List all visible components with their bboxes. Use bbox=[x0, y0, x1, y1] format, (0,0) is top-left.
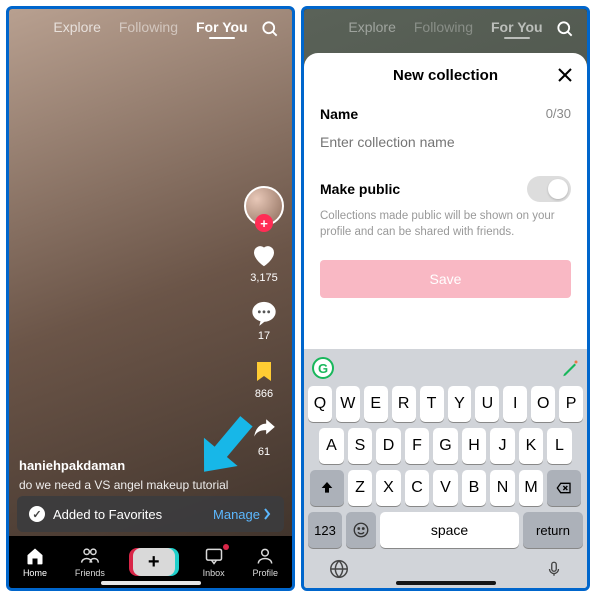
key-backspace[interactable] bbox=[547, 470, 581, 506]
manage-button[interactable]: Manage bbox=[213, 507, 272, 522]
search-icon[interactable] bbox=[260, 19, 280, 39]
key-e[interactable]: E bbox=[364, 386, 388, 422]
caption-text: do we need a VS angel makeup tutorial bbox=[19, 478, 228, 492]
new-collection-screen: Explore Following For You New collection… bbox=[301, 6, 590, 591]
nav-profile[interactable]: Profile bbox=[253, 546, 279, 578]
key-l[interactable]: L bbox=[547, 428, 572, 464]
make-public-label: Make public bbox=[320, 181, 400, 197]
key-b[interactable]: B bbox=[462, 470, 487, 506]
tab-explore[interactable]: Explore bbox=[53, 19, 100, 35]
close-icon[interactable] bbox=[557, 67, 573, 83]
favorite-count: 866 bbox=[255, 388, 273, 400]
caption-username[interactable]: haniehpakdaman bbox=[19, 458, 228, 473]
feed-screen: Explore Following For You + 3,175 17 bbox=[6, 6, 295, 591]
toast-message: Added to Favorites bbox=[53, 507, 162, 522]
key-d[interactable]: D bbox=[376, 428, 401, 464]
key-a[interactable]: A bbox=[319, 428, 344, 464]
inbox-notification-dot bbox=[223, 544, 229, 550]
search-icon[interactable] bbox=[555, 19, 575, 39]
key-x[interactable]: X bbox=[376, 470, 401, 506]
key-q[interactable]: Q bbox=[308, 386, 332, 422]
key-m[interactable]: M bbox=[519, 470, 544, 506]
sheet-title: New collection bbox=[393, 67, 498, 84]
key-j[interactable]: J bbox=[490, 428, 515, 464]
keyboard-toolbar-icon[interactable] bbox=[561, 359, 579, 377]
key-h[interactable]: H bbox=[462, 428, 487, 464]
globe-icon[interactable] bbox=[328, 558, 350, 580]
tab-explore[interactable]: Explore bbox=[348, 19, 395, 35]
grammarly-icon[interactable]: G bbox=[312, 357, 334, 379]
key-space[interactable]: space bbox=[380, 512, 519, 548]
like-button[interactable]: 3,175 bbox=[249, 240, 279, 284]
nav-home[interactable]: Home bbox=[23, 546, 47, 578]
key-y[interactable]: Y bbox=[448, 386, 472, 422]
save-button[interactable]: Save bbox=[320, 260, 571, 298]
key-o[interactable]: O bbox=[531, 386, 555, 422]
key-u[interactable]: U bbox=[475, 386, 499, 422]
nav-friends[interactable]: Friends bbox=[75, 546, 105, 578]
key-t[interactable]: T bbox=[420, 386, 444, 422]
key-z[interactable]: Z bbox=[348, 470, 373, 506]
key-123[interactable]: 123 bbox=[308, 512, 342, 548]
key-w[interactable]: W bbox=[336, 386, 360, 422]
key-p[interactable]: P bbox=[559, 386, 583, 422]
collection-name-input[interactable] bbox=[320, 132, 571, 164]
tab-for-you[interactable]: For You bbox=[491, 19, 543, 35]
comment-count: 17 bbox=[258, 330, 270, 342]
name-label: Name bbox=[320, 106, 358, 122]
key-return[interactable]: return bbox=[523, 512, 583, 548]
tab-for-you[interactable]: For You bbox=[196, 19, 248, 35]
like-count: 3,175 bbox=[250, 272, 278, 284]
creator-avatar[interactable]: + bbox=[244, 186, 284, 226]
side-action-rail: + 3,175 17 866 61 bbox=[244, 186, 284, 458]
make-public-toggle[interactable] bbox=[527, 176, 571, 202]
check-icon: ✓ bbox=[29, 506, 45, 522]
nav-create[interactable]: + bbox=[133, 548, 175, 576]
key-v[interactable]: V bbox=[433, 470, 458, 506]
key-g[interactable]: G bbox=[433, 428, 458, 464]
home-indicator bbox=[101, 581, 201, 585]
key-r[interactable]: R bbox=[392, 386, 416, 422]
feed-top-tabs: Explore Following For You bbox=[9, 19, 292, 35]
key-f[interactable]: F bbox=[405, 428, 430, 464]
helper-text: Collections made public will be shown on… bbox=[320, 208, 571, 240]
char-counter: 0/30 bbox=[546, 106, 571, 122]
key-n[interactable]: N bbox=[490, 470, 515, 506]
feed-top-tabs: Explore Following For You bbox=[304, 19, 587, 35]
key-k[interactable]: K bbox=[519, 428, 544, 464]
follow-plus-icon[interactable]: + bbox=[255, 214, 273, 232]
favorite-button[interactable]: 866 bbox=[249, 356, 279, 400]
plus-icon[interactable]: + bbox=[133, 548, 175, 576]
favorites-toast: ✓ Added to Favorites Manage bbox=[17, 496, 284, 532]
key-i[interactable]: I bbox=[503, 386, 527, 422]
tab-following[interactable]: Following bbox=[414, 19, 473, 35]
video-caption: haniehpakdaman do we need a VS angel mak… bbox=[19, 458, 228, 492]
key-emoji[interactable] bbox=[346, 512, 376, 548]
keyboard: G QWERTYUIOP ASDFGHJKL ZXCVBNM 123 space… bbox=[304, 349, 587, 588]
key-c[interactable]: C bbox=[405, 470, 430, 506]
tab-following[interactable]: Following bbox=[119, 19, 178, 35]
mic-icon[interactable] bbox=[545, 558, 563, 580]
new-collection-sheet: New collection Name 0/30 Make public Col… bbox=[304, 53, 587, 588]
home-indicator bbox=[396, 581, 496, 585]
key-shift[interactable] bbox=[310, 470, 344, 506]
nav-inbox[interactable]: Inbox bbox=[203, 546, 225, 578]
key-s[interactable]: S bbox=[348, 428, 373, 464]
comment-button[interactable]: 17 bbox=[249, 298, 279, 342]
